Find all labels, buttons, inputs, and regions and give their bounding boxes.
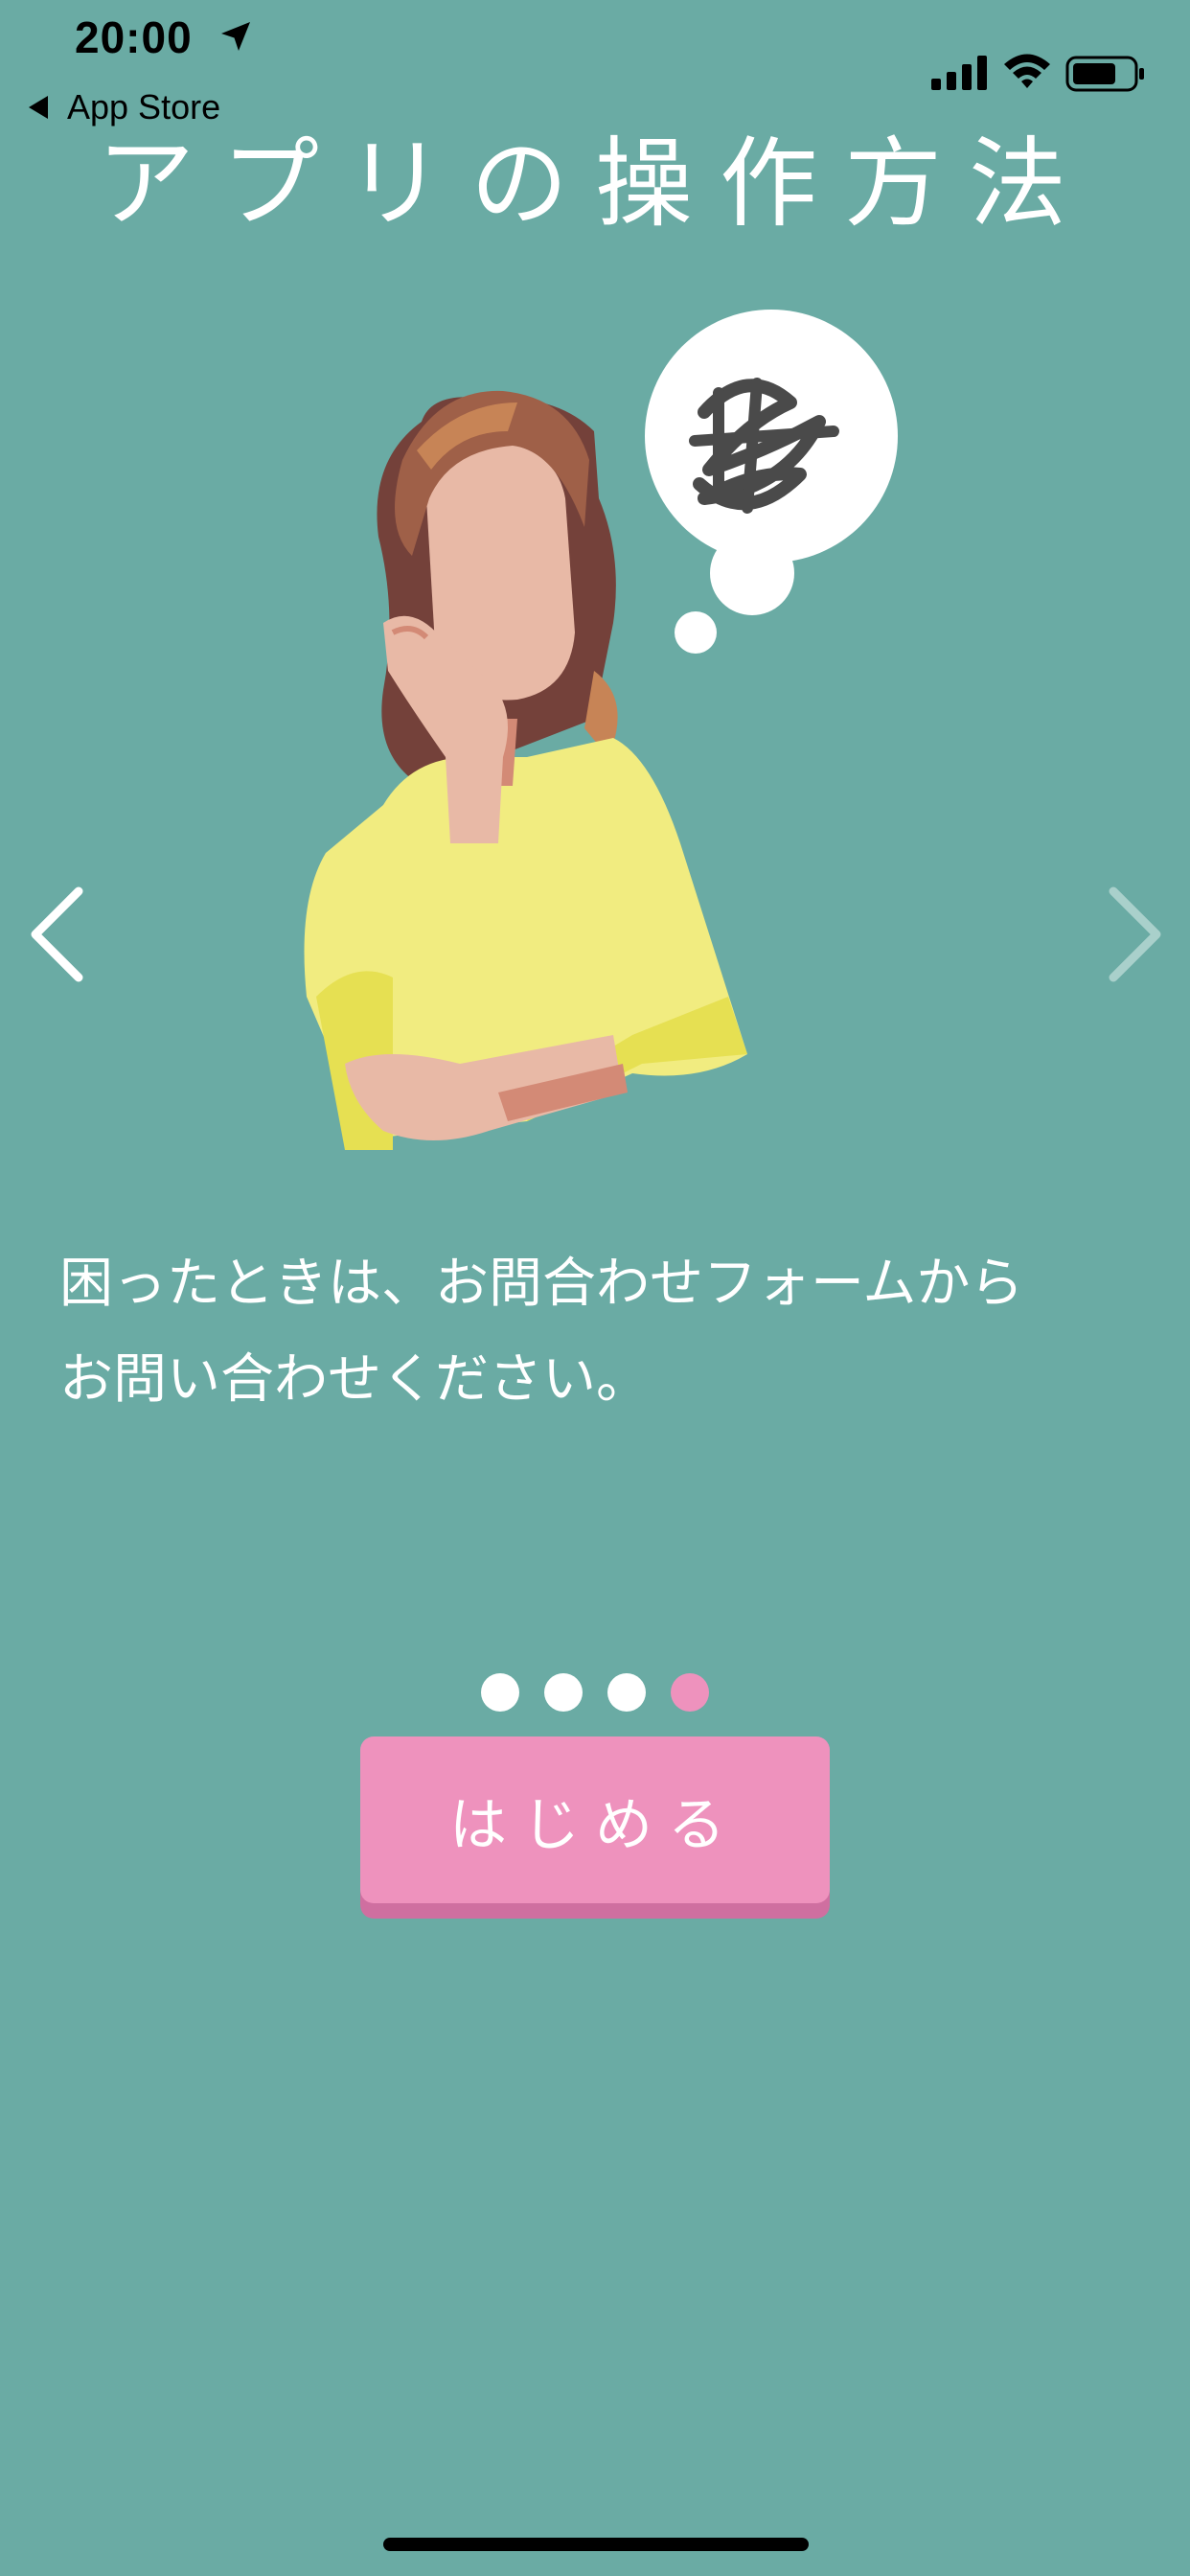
signal-icon: [931, 56, 987, 90]
thought-bubble-icon: [645, 310, 898, 654]
page-dot-4-active[interactable]: [671, 1673, 709, 1712]
home-indicator[interactable]: [383, 2538, 809, 2551]
battery-icon: [1065, 56, 1144, 92]
confused-woman-illustration: [304, 310, 898, 1150]
page-dot-3[interactable]: [607, 1673, 646, 1712]
location-arrow-icon: [221, 22, 250, 51]
help-message-line: お問い合わせください。: [59, 1348, 650, 1411]
page-dot-2[interactable]: [544, 1673, 583, 1712]
chevron-right-icon[interactable]: [1094, 882, 1171, 987]
help-message: 困ったときは、お問合わせフォームから お問い合わせください。: [59, 1236, 1142, 1428]
status-bar: 20:00 App Store: [0, 0, 1190, 126]
chevron-left-icon[interactable]: [21, 882, 98, 987]
help-message-line: 困ったときは、お問合わせフォームから: [59, 1253, 1024, 1315]
page-title: アプリの操作方法: [97, 127, 1093, 242]
status-time: 20:00: [75, 12, 193, 62]
page-indicator: [0, 1673, 1190, 1712]
start-button[interactable]: はじめる: [360, 1736, 830, 1903]
wifi-icon: [1004, 54, 1050, 88]
page-dot-1[interactable]: [481, 1673, 519, 1712]
